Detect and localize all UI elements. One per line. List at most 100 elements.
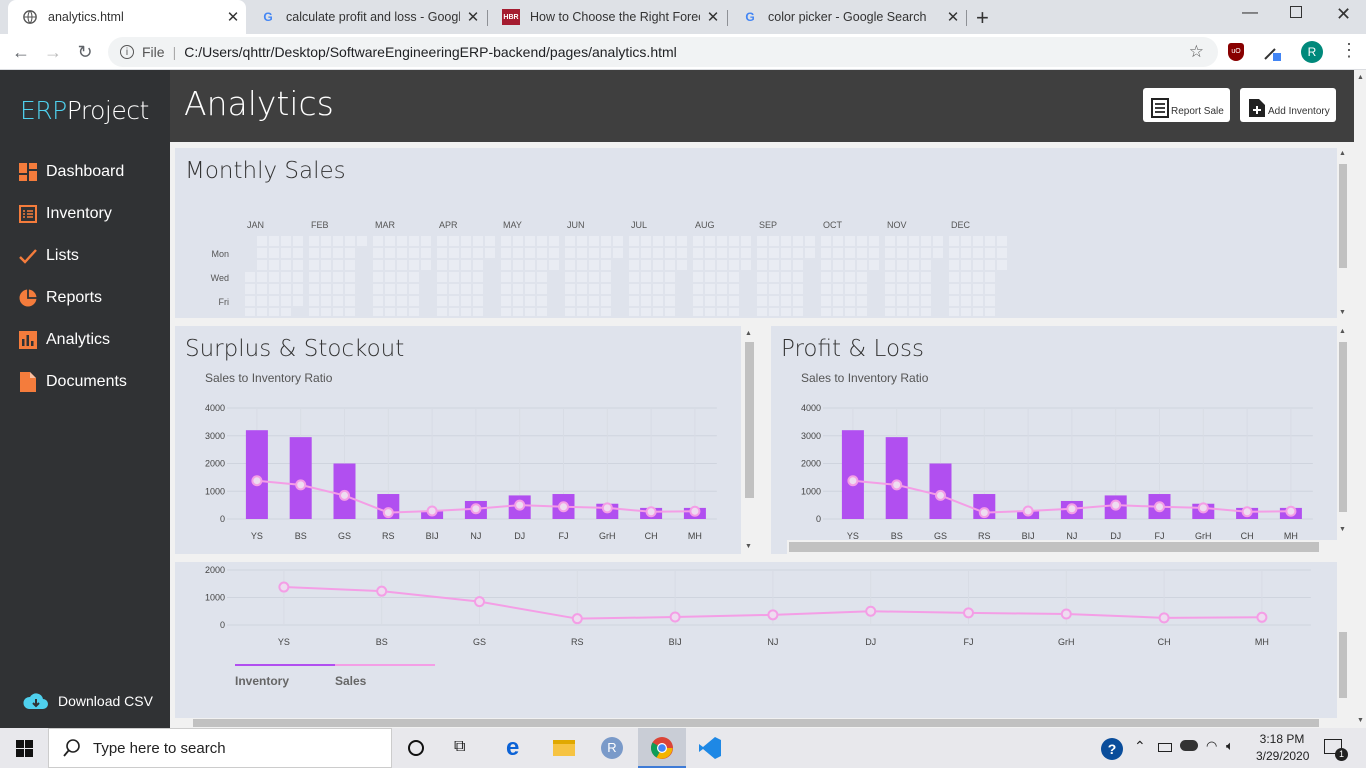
profile-avatar[interactable]: R xyxy=(1301,41,1323,63)
sidebar-item-inventory[interactable]: Inventory xyxy=(18,202,112,226)
taskbar-search-box[interactable]: Type here to search xyxy=(48,728,392,768)
bar-inventory-ys xyxy=(841,430,864,519)
heatmap-cell xyxy=(293,296,303,306)
close-tab-icon[interactable]: ✕ xyxy=(220,8,246,26)
tab-hbr[interactable]: HBR How to Choose the Right Foreca ✕ xyxy=(488,0,726,34)
tab-color-picker[interactable]: G color picker - Google Search ✕ xyxy=(728,0,966,34)
reload-icon[interactable]: ↻ xyxy=(70,34,100,70)
heatmap-cell xyxy=(245,296,255,306)
menu-kebab-icon[interactable]: ⋮ xyxy=(1340,40,1358,61)
heatmap-cell xyxy=(717,284,727,294)
sidebar-item-documents[interactable]: Documents xyxy=(18,370,127,394)
heatmap-cell xyxy=(281,272,291,282)
windows-start-icon[interactable] xyxy=(16,740,33,762)
x-tick-label: CH xyxy=(1158,637,1171,647)
heatmap-cell xyxy=(473,284,483,294)
monthly-scrollbar[interactable]: ▲ ▼ xyxy=(1337,148,1349,318)
clock[interactable]: 3:18 PM 3/29/2020 xyxy=(1256,732,1309,763)
heatmap-cell xyxy=(577,296,587,306)
sidebar-item-dashboard[interactable]: Dashboard xyxy=(18,160,124,184)
profit-loss-chart: 01000200030004000YS BS GS RS BIJ NJ DJ FJ GrH CH M… xyxy=(801,403,1313,541)
heatmap-cell xyxy=(513,308,523,316)
heatmap-cell xyxy=(665,248,675,258)
point-sales-bs xyxy=(891,479,903,491)
brand-logo[interactable]: ERPProject xyxy=(20,96,149,125)
sidebar-item-lists[interactable]: Lists xyxy=(18,244,79,268)
add-inventory-button[interactable]: Add Inventory xyxy=(1240,88,1336,122)
heatmap-cell xyxy=(741,236,751,246)
x-tick-label: YS xyxy=(251,531,263,541)
point-sales-ch xyxy=(645,506,657,518)
tab-google-profit[interactable]: G calculate profit and loss - Google ✕ xyxy=(246,0,486,34)
point-sales-ys xyxy=(847,475,859,487)
content-hscroll[interactable] xyxy=(175,718,1349,728)
onedrive-icon[interactable] xyxy=(1180,740,1198,751)
volume-icon[interactable]: 🔈︎ xyxy=(1226,738,1234,754)
surplus-scrollbar[interactable]: ▲ ▼ xyxy=(741,326,757,554)
tab-analytics[interactable]: analytics.html ✕ xyxy=(8,0,246,34)
legend-inventory[interactable]: Inventory xyxy=(235,674,289,688)
y-tick-label: 3000 xyxy=(205,431,225,441)
vscode-icon[interactable] xyxy=(698,736,722,765)
download-csv-button[interactable]: Download CSV xyxy=(22,689,153,713)
back-icon[interactable]: ← xyxy=(6,34,36,70)
heatmap-cell xyxy=(473,260,483,270)
sidebar-item-reports[interactable]: Reports xyxy=(18,286,102,310)
heatmap-cell xyxy=(293,248,303,258)
battery-icon[interactable] xyxy=(1158,743,1172,752)
heatmap-cell xyxy=(845,248,855,258)
edge-icon[interactable]: e xyxy=(506,734,519,762)
heatmap-cell xyxy=(665,272,675,282)
profit-loss-hscroll[interactable] xyxy=(787,540,1337,554)
report-sale-button[interactable]: Report Sale xyxy=(1143,88,1230,122)
heatmap-cell xyxy=(845,272,855,282)
close-tab-icon[interactable]: ✕ xyxy=(460,8,486,26)
close-tab-icon[interactable]: ✕ xyxy=(940,8,966,26)
ublock-icon[interactable]: uO xyxy=(1228,43,1244,61)
heatmap-cell xyxy=(693,296,703,306)
heatmap-cell xyxy=(409,236,419,246)
wifi-icon[interactable]: ◠ xyxy=(1206,738,1217,754)
point-sales-bij xyxy=(1022,505,1034,517)
r-app-icon[interactable]: R xyxy=(601,737,623,759)
heatmap-cell xyxy=(565,308,575,316)
heatmap-cell xyxy=(833,308,843,316)
heatmap-cell xyxy=(757,260,767,270)
task-view-icon[interactable]: ⧉ xyxy=(454,738,465,756)
legend-sales[interactable]: Sales xyxy=(335,674,366,688)
x-tick-label: BIJ xyxy=(426,531,439,541)
heatmap-cell xyxy=(897,308,907,316)
tray-overflow-icon[interactable]: ⌃ xyxy=(1134,738,1146,755)
close-window-icon[interactable]: ✕ xyxy=(1336,4,1351,25)
chrome-taskbar-button[interactable] xyxy=(638,728,686,768)
heatmap-cell xyxy=(665,296,675,306)
close-tab-icon[interactable]: ✕ xyxy=(700,8,726,26)
help-icon[interactable]: ? xyxy=(1101,738,1123,760)
file-explorer-icon[interactable] xyxy=(553,740,575,756)
bookmark-star-icon[interactable]: ☆ xyxy=(1189,42,1204,62)
monthly-sales-title: Monthly Sales xyxy=(185,158,346,184)
address-bar[interactable]: i File | C:/Users/qhttr/Desktop/Software… xyxy=(108,37,1218,67)
forward-icon[interactable]: → xyxy=(38,34,68,70)
heatmap-cell xyxy=(653,272,663,282)
heatmap-cell xyxy=(333,248,343,258)
minimize-icon[interactable]: — xyxy=(1242,4,1258,22)
heatmap-cell xyxy=(629,284,639,294)
heatmap-cell xyxy=(921,308,931,316)
x-tick-label: YS xyxy=(278,637,290,647)
heatmap-cell xyxy=(729,296,739,306)
sales-line-scrollbar[interactable] xyxy=(1337,562,1349,718)
info-icon[interactable]: i xyxy=(120,45,134,59)
new-tab-icon[interactable]: + xyxy=(976,5,989,31)
restore-icon[interactable] xyxy=(1290,6,1302,18)
heatmap-cell xyxy=(473,296,483,306)
cortana-icon[interactable] xyxy=(408,740,424,756)
heatmap-cell xyxy=(665,236,675,246)
page-scrollbar[interactable]: ▲ ▼ xyxy=(1354,70,1366,728)
profit-loss-scrollbar[interactable]: ▲ ▼ xyxy=(1337,326,1349,554)
eyedropper-extension-icon[interactable] xyxy=(1262,42,1282,62)
heatmap-cell xyxy=(385,248,395,258)
x-tick-label: GS xyxy=(473,637,486,647)
heatmap-cell xyxy=(793,248,803,258)
sidebar-item-analytics[interactable]: Analytics xyxy=(18,328,110,352)
